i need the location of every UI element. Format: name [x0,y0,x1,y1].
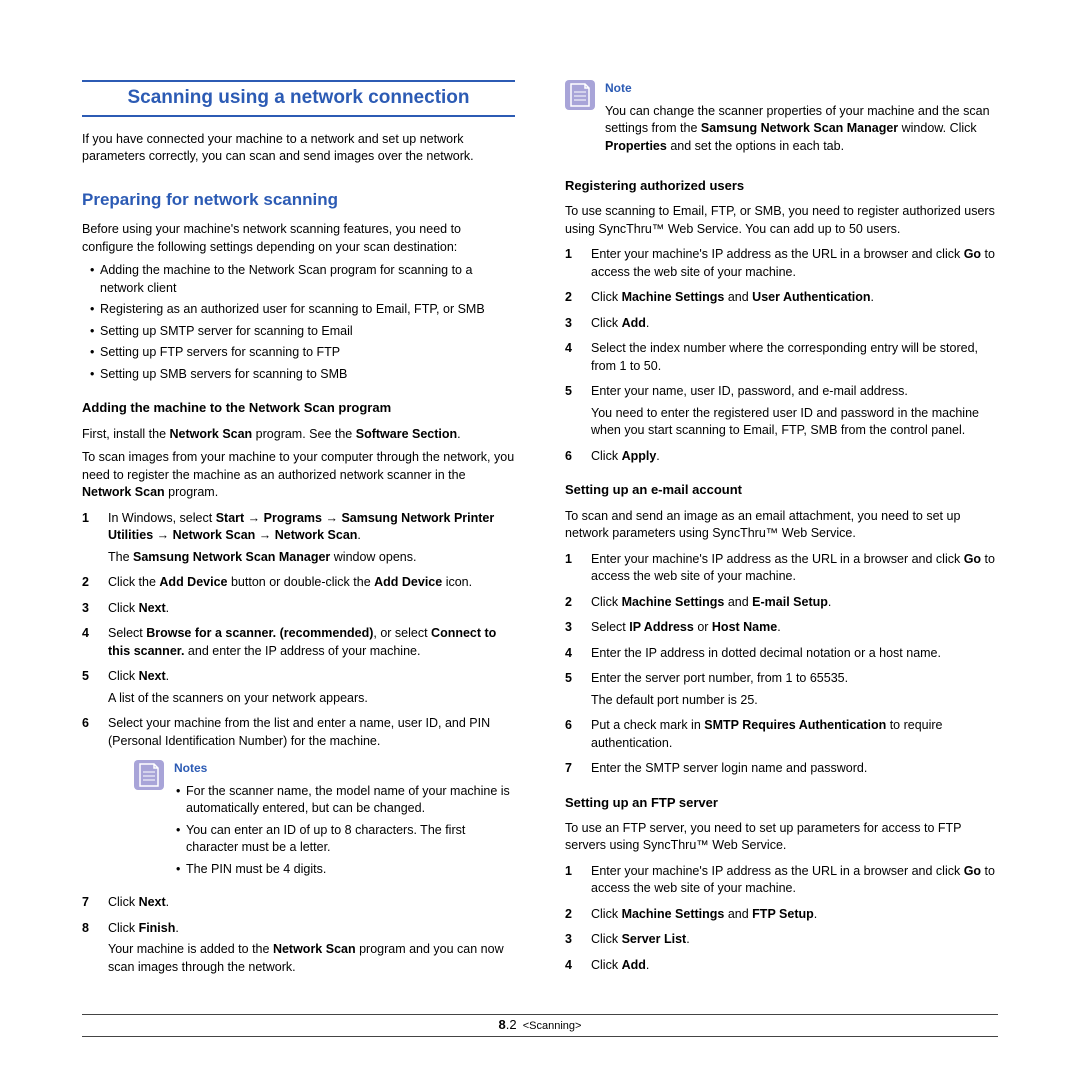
step: Enter the server port number, from 1 to … [565,670,998,709]
left-column: Scanning using a network connection If y… [82,80,515,984]
step: Select the index number where the corres… [565,340,998,375]
list-item: Setting up SMB servers for scanning to S… [82,366,515,384]
list-item: Adding the machine to the Network Scan p… [82,262,515,297]
step: Enter the IP address in dotted decimal n… [565,645,998,663]
note-block: Note You can change the scanner properti… [565,80,998,161]
prepare-list: Adding the machine to the Network Scan p… [82,262,515,383]
step: Click Machine Settings and FTP Setup. [565,906,998,924]
step: Click the Add Device button or double-cl… [82,574,515,592]
sub-register: Registering authorized users [565,177,998,195]
page-number: .2 [506,1017,517,1032]
step: Click Finish. Your machine is added to t… [82,920,515,977]
sub-add-machine: Adding the machine to the Network Scan p… [82,399,515,417]
step: Enter your machine's IP address as the U… [565,246,998,281]
step: Enter your machine's IP address as the U… [565,863,998,898]
add-p2: To scan images from your machine to your… [82,449,515,502]
note-item: The PIN must be 4 digits. [174,861,515,879]
step: Click Next. [82,600,515,618]
note-content: Note You can change the scanner properti… [605,80,998,161]
add-p1: First, install the Network Scan program.… [82,426,515,444]
note-content: Notes For the scanner name, the model na… [174,760,515,884]
step: Click Apply. [565,448,998,466]
step: Click Add. [565,957,998,975]
main-title: Scanning using a network connection [82,80,515,117]
step: Click Next. [82,894,515,912]
email-steps: Enter your machine's IP address as the U… [565,551,998,778]
step: Select IP Address or Host Name. [565,619,998,637]
section-name: <Scanning> [523,1020,582,1032]
step: Click Machine Settings and User Authenti… [565,289,998,307]
sub-email: Setting up an e-mail account [565,481,998,499]
add-steps: In Windows, select Start → Programs → Sa… [82,510,515,977]
list-item: Registering as an authorized user for sc… [82,301,515,319]
intro-text: If you have connected your machine to a … [82,131,515,166]
step: Enter your name, user ID, password, and … [565,383,998,440]
step: Click Add. [565,315,998,333]
step: Select your machine from the list and en… [82,715,515,884]
step: Enter your machine's IP address as the U… [565,551,998,586]
step: Click Server List. [565,931,998,949]
step: In Windows, select Start → Programs → Sa… [82,510,515,567]
email-intro: To scan and send an image as an email at… [565,508,998,543]
note-text: You can change the scanner properties of… [605,103,998,156]
reg-steps: Enter your machine's IP address as the U… [565,246,998,465]
ftp-steps: Enter your machine's IP address as the U… [565,863,998,975]
step: Click Next. A list of the scanners on yo… [82,668,515,707]
ftp-intro: To use an FTP server, you need to set up… [565,820,998,855]
note-label: Note [605,80,998,97]
note-label: Notes [174,760,515,777]
sub-ftp: Setting up an FTP server [565,794,998,812]
prepare-intro: Before using your machine's network scan… [82,221,515,256]
step: Put a check mark in SMTP Requires Authen… [565,717,998,752]
step: Enter the SMTP server login name and pas… [565,760,998,778]
page-columns: Scanning using a network connection If y… [82,80,998,984]
note-block: Notes For the scanner name, the model na… [134,760,515,884]
reg-intro: To use scanning to Email, FTP, or SMB, y… [565,203,998,238]
right-column: Note You can change the scanner properti… [565,80,998,984]
section-prepare: Preparing for network scanning [82,188,515,212]
page-footer: 8.2 <Scanning> [82,1014,998,1036]
list-item: Setting up FTP servers for scanning to F… [82,344,515,362]
chapter-number: 8 [499,1017,506,1032]
step: Click Machine Settings and E-mail Setup. [565,594,998,612]
note-item: For the scanner name, the model name of … [174,783,515,818]
note-icon [565,80,595,110]
note-icon [134,760,164,790]
step: Select Browse for a scanner. (recommende… [82,625,515,660]
note-item: You can enter an ID of up to 8 character… [174,822,515,857]
list-item: Setting up SMTP server for scanning to E… [82,323,515,341]
